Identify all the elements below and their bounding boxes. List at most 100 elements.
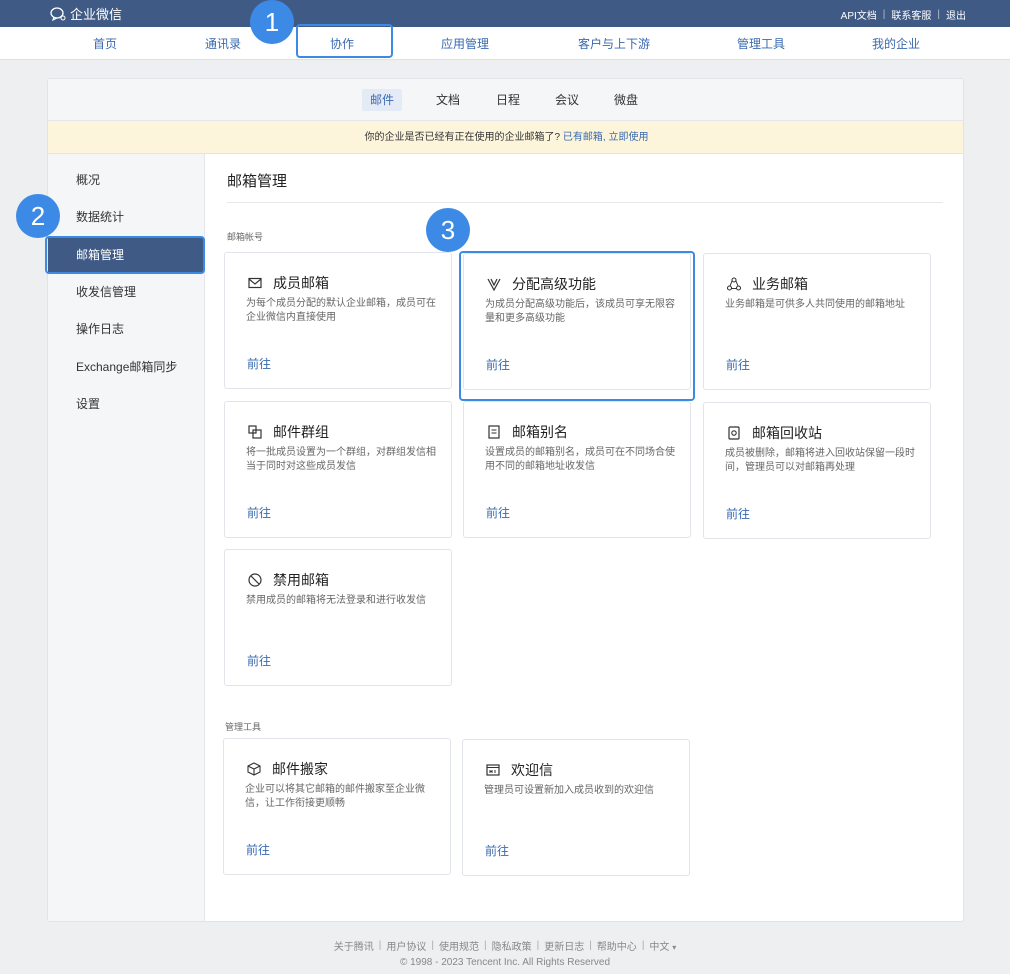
footer-links: 关于腾讯 | 用户协议 | 使用规范 | 隐私政策 | 更新日志 | 帮助中心 | 中文 ▾ (0, 938, 1010, 953)
card-go-link[interactable]: 前往 (247, 355, 271, 372)
card-desc: 为每个成员分配的默认企业邮箱，成员可在企业微信内直接使用 (246, 298, 436, 323)
tab-schedule[interactable]: 日程 (488, 89, 528, 111)
step-badge-2: 2 (16, 194, 60, 238)
notice-banner: 你的企业是否已经有正在使用的企业邮箱了? 已有邮箱, 立即使用 (48, 121, 963, 154)
card-go-link[interactable]: 前往 (726, 356, 750, 373)
mail-icon (248, 277, 262, 289)
api-docs-link[interactable]: API文档 (841, 7, 877, 22)
tab-mail[interactable]: 邮件 (362, 89, 403, 111)
footer-link-agreement[interactable]: 用户协议 (386, 938, 426, 953)
title-divider (227, 202, 943, 203)
card-go-link[interactable]: 前往 (485, 842, 509, 859)
sidebar-item-mail-flow[interactable]: 收发信管理 (48, 275, 204, 309)
card-go-link[interactable]: 前往 (486, 504, 510, 521)
nav-collaboration-highlight (296, 24, 393, 58)
sub-nav: 邮件 文档 日程 会议 微盘 (48, 79, 963, 121)
sidebar-item-statistics[interactable]: 数据统计 (48, 200, 204, 234)
section-label-tools: 管理工具 (225, 722, 262, 732)
card-title-text: 邮件搬家 (272, 761, 328, 777)
nav-my-company[interactable]: 我的企业 (872, 35, 920, 52)
card-title: 成员邮箱 (247, 273, 329, 293)
sidebar-item-overview[interactable]: 概况 (48, 163, 204, 197)
divider: | (378, 940, 382, 951)
footer: 关于腾讯 | 用户协议 | 使用规范 | 隐私政策 | 更新日志 | 帮助中心 | 中文 ▾… (0, 938, 1010, 968)
nav-customers[interactable]: 客户与上下游 (578, 35, 650, 52)
notice-link[interactable]: 已有邮箱, 立即使用 (563, 132, 649, 143)
divider: | (937, 9, 940, 20)
card-title: 业务邮箱 (726, 274, 808, 294)
card-mail-group[interactable]: 邮件群组 将一批成员设置为一个群组，对群组发信相当于同时对这些成员发信 前往 (224, 401, 452, 538)
step-badge-1: 1 (250, 0, 294, 44)
card-title: 邮件搬家 (246, 759, 328, 779)
card-go-link[interactable]: 前往 (247, 652, 271, 669)
nav-contacts[interactable]: 通讯录 (205, 35, 241, 52)
app-logo[interactable]: 企业微信 (50, 4, 122, 23)
card-title: 欢迎信 (485, 760, 553, 780)
divider: | (882, 9, 886, 20)
sidebar-item-operation-log[interactable]: 操作日志 (48, 312, 204, 346)
wecom-logo-icon (50, 6, 66, 21)
card-title-text: 业务邮箱 (752, 276, 808, 292)
welcome-icon (486, 764, 500, 776)
card-title-text: 邮件群组 (273, 424, 329, 440)
support-link[interactable]: 联系客服 (891, 7, 931, 22)
card-welcome-letter[interactable]: 欢迎信 管理员可设置新加入成员收到的欢迎信 前往 (462, 739, 690, 876)
card-desc: 设置成员的邮箱别名，成员可在不同场合使用不同的邮箱地址收发信 (485, 447, 675, 472)
language-selector[interactable]: 中文 ▾ (649, 938, 676, 953)
divider: | (589, 940, 592, 951)
shared-mailbox-icon (726, 277, 742, 291)
divider: | (483, 940, 487, 951)
card-go-link[interactable]: 前往 (246, 841, 270, 858)
card-go-link[interactable]: 前往 (726, 505, 750, 522)
card-member-mailbox[interactable]: 成员邮箱 为每个成员分配的默认企业邮箱，成员可在企业微信内直接使用 前往 (224, 252, 452, 389)
card-desc: 成员被删除，邮箱将进入回收站保留一段时间，管理员可以对邮箱再处理 (725, 448, 915, 473)
card-title: 邮件群组 (247, 422, 329, 442)
card-title-text: 成员邮箱 (273, 275, 329, 291)
card-title-text: 禁用邮箱 (273, 572, 329, 588)
section-label-accounts: 邮箱帐号 (227, 232, 264, 242)
logout-link[interactable]: 退出 (946, 7, 966, 22)
footer-link-changelog[interactable]: 更新日志 (544, 938, 584, 953)
tab-meeting[interactable]: 会议 (547, 89, 587, 111)
sidebar-item-exchange-sync[interactable]: Exchange邮箱同步 (48, 350, 204, 384)
card-desc: 禁用成员的邮箱将无法登录和进行收发信 (246, 595, 426, 606)
nav-home[interactable]: 首页 (93, 35, 117, 52)
card-go-link[interactable]: 前往 (247, 504, 271, 521)
nav-tools[interactable]: 管理工具 (737, 35, 785, 52)
footer-link-rules[interactable]: 使用规范 (439, 938, 479, 953)
card-desc: 企业可以将其它邮箱的邮件搬家至企业微信，让工作衔接更顺畅 (245, 784, 425, 809)
card-desc: 管理员可设置新加入成员收到的欢迎信 (484, 785, 654, 796)
tab-drive[interactable]: 微盘 (606, 89, 646, 111)
card-mail-alias[interactable]: 邮箱别名 设置成员的邮箱别名，成员可在不同场合使用不同的邮箱地址收发信 前往 (463, 401, 691, 538)
page-title: 邮箱管理 (227, 173, 288, 190)
app-name: 企业微信 (70, 7, 123, 22)
divider: | (431, 940, 434, 951)
footer-link-help[interactable]: 帮助中心 (597, 938, 637, 953)
card-title-text: 邮箱别名 (512, 424, 568, 440)
recycle-icon (728, 426, 740, 440)
card-title-text: 邮箱回收站 (752, 425, 822, 441)
card-recycle-bin[interactable]: 邮箱回收站 成员被删除，邮箱将进入回收站保留一段时间，管理员可以对邮箱再处理 前… (703, 402, 931, 539)
top-links: API文档 | 联系客服 | 退出 (841, 7, 966, 22)
card-title: 邮箱别名 (486, 422, 568, 442)
group-icon (248, 425, 262, 439)
cube-icon (247, 762, 261, 776)
card-title: 禁用邮箱 (247, 570, 329, 590)
card-business-mailbox[interactable]: 业务邮箱 业务邮箱是可供多人共同使用的邮箱地址 前往 (703, 253, 931, 390)
footer-link-about[interactable]: 关于腾讯 (334, 938, 374, 953)
nav-apps[interactable]: 应用管理 (441, 35, 489, 52)
sidebar-highlight (45, 236, 205, 274)
sidebar-item-settings[interactable]: 设置 (48, 387, 204, 421)
card-mail-migration[interactable]: 邮件搬家 企业可以将其它邮箱的邮件搬家至企业微信，让工作衔接更顺畅 前往 (223, 738, 451, 875)
card-disabled-mailbox[interactable]: 禁用邮箱 禁用成员的邮箱将无法登录和进行收发信 前往 (224, 549, 452, 686)
tab-docs[interactable]: 文档 (428, 89, 468, 111)
copyright: © 1998 - 2023 Tencent Inc. All Rights Re… (399, 957, 611, 968)
divider: | (641, 940, 645, 951)
footer-link-privacy[interactable]: 隐私政策 (492, 938, 532, 953)
language-label: 中文 (649, 942, 670, 953)
alias-icon (488, 425, 500, 439)
disabled-icon (248, 573, 262, 587)
chevron-down-icon: ▾ (672, 943, 677, 952)
notice-text: 你的企业是否已经有正在使用的企业邮箱了? (364, 132, 561, 143)
card-premium-highlight (459, 251, 695, 401)
